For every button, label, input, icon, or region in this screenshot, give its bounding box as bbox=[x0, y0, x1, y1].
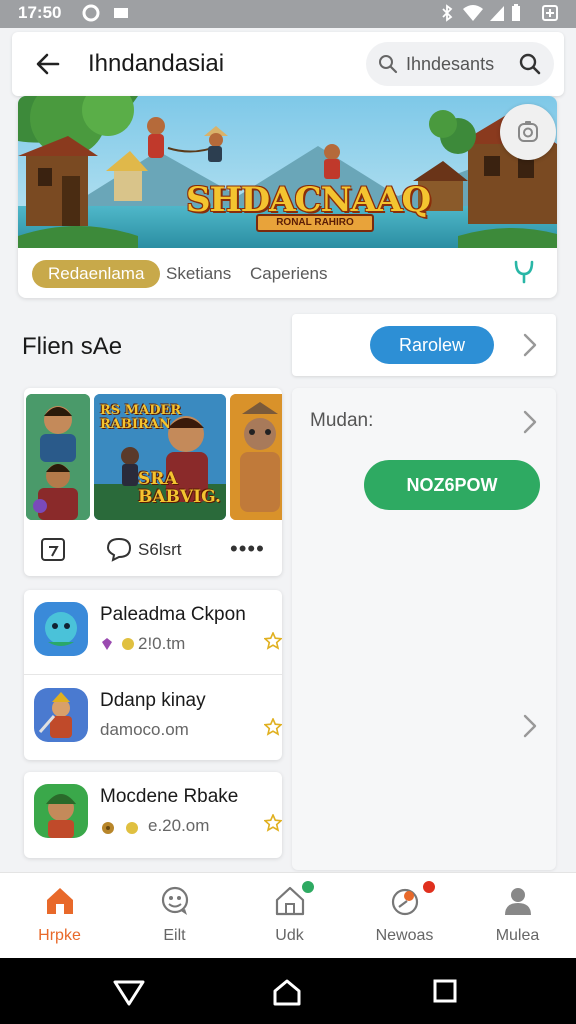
nav-home[interactable]: Hrpke bbox=[2, 873, 117, 959]
page-title: Ihndandasiai bbox=[88, 50, 225, 77]
media-label: Mudan: bbox=[310, 410, 374, 431]
app-bar: Ihndandasiai bbox=[12, 32, 564, 96]
activity-icon bbox=[391, 888, 419, 916]
app-name: Paleadma Ckpon bbox=[100, 604, 246, 625]
section-title: Flien sAe bbox=[22, 333, 123, 360]
status-bar: 17:50 bbox=[0, 0, 576, 28]
tab-redaenlama[interactable]: Redaenlama bbox=[32, 260, 161, 288]
search-input[interactable] bbox=[406, 51, 506, 77]
calendar-icon[interactable] bbox=[40, 536, 66, 562]
back-arrow-icon[interactable] bbox=[34, 50, 62, 78]
search-bar[interactable] bbox=[366, 42, 554, 86]
chevron-right-icon[interactable] bbox=[522, 333, 538, 357]
app-icon bbox=[34, 602, 88, 656]
star-icon[interactable] bbox=[264, 632, 282, 650]
app-meta: e.20.om bbox=[148, 816, 210, 835]
featured-actions: S6lsrt •••• bbox=[24, 528, 282, 572]
featured-games-card: RS MADER RABIRAN SRA BABVIG. S6lsrt •••• bbox=[24, 388, 282, 576]
list-item[interactable]: Ddanp kinay damoco.om bbox=[24, 676, 282, 760]
character-app-icon bbox=[34, 784, 88, 838]
game-thumbnail[interactable] bbox=[26, 394, 90, 520]
chat-bubble-icon[interactable] bbox=[106, 536, 132, 562]
more-options-icon[interactable]: •••• bbox=[230, 536, 265, 562]
notification-badge bbox=[300, 879, 316, 895]
app-name: Ddanp kinay bbox=[100, 690, 206, 711]
stat-label: S6lsrt bbox=[138, 540, 182, 559]
chevron-right-icon[interactable] bbox=[522, 410, 538, 434]
app-icon bbox=[34, 688, 88, 742]
notification-icon bbox=[114, 8, 128, 18]
media-panel: Mudan: NOZ6POW bbox=[292, 388, 556, 870]
nav-news[interactable]: Newoas bbox=[347, 873, 462, 959]
notification-badge bbox=[421, 879, 437, 895]
status-time: 17:50 bbox=[18, 3, 62, 22]
divider bbox=[24, 674, 282, 675]
wifi-icon bbox=[463, 5, 483, 21]
preview-button[interactable]: Rarolew bbox=[370, 326, 494, 364]
chevron-right-icon[interactable] bbox=[522, 714, 538, 738]
settings-icon bbox=[82, 4, 100, 22]
app-list: Mocdene Rbake e.20.om bbox=[24, 772, 282, 858]
smile-chat-icon bbox=[161, 886, 189, 915]
search-submit-icon[interactable] bbox=[518, 52, 542, 76]
recents-icon[interactable] bbox=[432, 978, 458, 1004]
user-icon bbox=[505, 888, 531, 915]
app-icon bbox=[34, 784, 88, 838]
system-navigation-bar bbox=[0, 958, 576, 1024]
nav-label: Newoas bbox=[375, 927, 434, 944]
gem-icon bbox=[102, 638, 134, 650]
nav-profile[interactable]: Mulea bbox=[460, 873, 575, 959]
category-tabs: Redaenlama Sketians Caperiens bbox=[18, 248, 557, 298]
preview-card: Rarolew bbox=[292, 314, 556, 376]
game-thumbnail-art bbox=[230, 394, 282, 520]
home-icon bbox=[47, 888, 73, 914]
warrior-app-icon bbox=[34, 688, 88, 742]
tab-sketians[interactable]: Sketians bbox=[166, 260, 231, 288]
nav-store[interactable]: Udk bbox=[232, 873, 347, 959]
media-action-button[interactable]: NOZ6POW bbox=[364, 460, 540, 510]
chat-app-icon bbox=[34, 602, 88, 656]
battery-icon bbox=[512, 4, 520, 21]
coin-icon bbox=[102, 822, 138, 834]
nav-label: Eilt bbox=[163, 927, 186, 944]
microphone-icon[interactable] bbox=[512, 256, 536, 286]
game-thumbnail[interactable]: RS MADER RABIRAN SRA BABVIG. bbox=[94, 394, 226, 520]
battery-saver-icon bbox=[542, 5, 558, 21]
nav-edit[interactable]: Eilt bbox=[117, 873, 232, 959]
bottom-navigation: Hrpke Eilt Udk Newoas Mulea bbox=[0, 872, 576, 958]
banner-logo-subtitle: RONAL RAHIRO bbox=[256, 214, 374, 232]
home-system-icon[interactable] bbox=[272, 978, 302, 1006]
tab-caperiens[interactable]: Caperiens bbox=[250, 260, 328, 288]
featured-banner-card[interactable]: SHDACNAAQ RONAL RAHIRO Redaenlama Sketia… bbox=[18, 96, 557, 298]
star-icon[interactable] bbox=[264, 718, 282, 736]
back-triangle-icon[interactable] bbox=[112, 978, 146, 1006]
app-name: Mocdene Rbake bbox=[100, 786, 239, 807]
list-item[interactable]: Mocdene Rbake e.20.om bbox=[24, 772, 282, 856]
thumbnail-caption: RS MADER RABIRAN bbox=[100, 403, 182, 432]
nav-label: Udk bbox=[275, 927, 304, 944]
thumbnail-caption: SRA BABVIG. bbox=[138, 469, 221, 507]
capture-button[interactable] bbox=[500, 104, 556, 160]
nav-label: Mulea bbox=[495, 927, 540, 944]
search-icon bbox=[379, 55, 398, 74]
signal-icon bbox=[490, 6, 504, 21]
app-meta: 2!0.tm bbox=[138, 634, 186, 653]
star-icon[interactable] bbox=[264, 814, 282, 832]
game-thumbnail[interactable] bbox=[230, 394, 282, 520]
nav-label: Hrpke bbox=[38, 927, 81, 944]
camera-icon bbox=[518, 121, 538, 142]
list-item[interactable]: Paleadma Ckpon 2!0.tm bbox=[24, 590, 282, 674]
bluetooth-icon bbox=[442, 4, 453, 22]
game-thumbnail-art bbox=[26, 394, 90, 520]
app-meta: damoco.om bbox=[100, 720, 189, 739]
app-list: Paleadma Ckpon 2!0.tm Ddanp kinay damoco… bbox=[24, 590, 282, 760]
